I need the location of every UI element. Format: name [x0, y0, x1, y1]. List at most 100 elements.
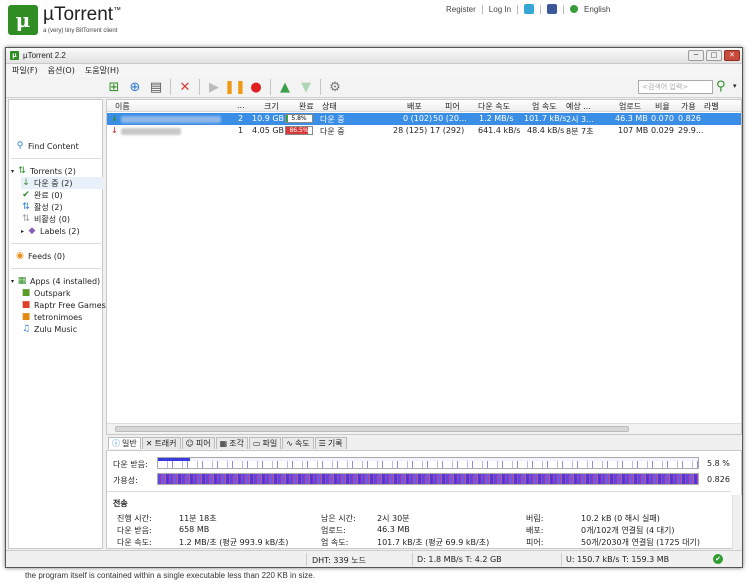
column-up-speed[interactable]: 업 속도 — [532, 101, 557, 112]
sidebar-item-app-raptr[interactable]: ■ Raptr Free Games — [21, 299, 106, 311]
sidebar-item-label: Outspark — [34, 288, 71, 298]
column-size[interactable]: 크기 — [264, 101, 279, 112]
downloaded-percent: 5.8 % — [707, 459, 730, 468]
sidebar-item-app-tetronimoes[interactable]: ■ tetronimoes — [21, 311, 83, 323]
globe-icon — [570, 5, 579, 13]
column-peers[interactable]: 피어 — [445, 101, 460, 112]
sidebar-item-app-zulu-music[interactable]: ♫ Zulu Music — [21, 323, 77, 335]
add-torrent-icon[interactable]: ⊞ — [105, 78, 123, 96]
language-link[interactable]: English — [584, 5, 610, 14]
toolbar-separator — [170, 79, 171, 95]
vertical-scrollbar[interactable] — [732, 495, 742, 549]
torrent-peers: 50 (20... — [433, 114, 467, 123]
facebook-icon[interactable] — [547, 4, 558, 14]
tab-speed[interactable]: ∿ 속도 — [282, 437, 314, 449]
column-avail[interactable]: 가용 — [681, 101, 696, 112]
pieces-pattern — [158, 461, 698, 468]
sidebar-item-label: 활성 (2) — [34, 202, 63, 212]
login-link[interactable]: Log In — [489, 5, 511, 14]
chevron-down-icon[interactable]: ▾ — [733, 82, 737, 90]
sidebar-item-apps[interactable]: ▾ ▦ Apps (4 installed) — [11, 275, 100, 287]
upload-status: U: 150.7 kB/s T: 159.3 MB — [566, 555, 670, 564]
utorrent-logo-icon[interactable]: μ — [8, 5, 38, 35]
column-down-speed[interactable]: 다운 속도 — [478, 101, 510, 112]
sidebar-item-downloading[interactable]: ↓ 다운 중 (2) — [21, 177, 103, 189]
menu-file[interactable]: 파일(F) — [12, 65, 38, 76]
tab-peers[interactable]: ☺ 피어 — [181, 437, 215, 449]
site-header: μ µTorrent™ a (very) tiny BitTorrent cli… — [0, 0, 750, 50]
menu-options[interactable]: 옵션(O) — [48, 65, 75, 76]
stop-icon[interactable]: ● — [247, 78, 265, 96]
create-torrent-icon[interactable]: ▤ — [147, 78, 165, 96]
search-input[interactable]: <검색어 입력> — [638, 80, 713, 94]
app-icon: μ — [10, 51, 19, 60]
sidebar-item-active[interactable]: ⇅ 활성 (2) — [21, 201, 63, 213]
scrollbar-thumb[interactable] — [115, 426, 629, 432]
column-label[interactable]: 라벨 — [704, 101, 719, 112]
logo-text[interactable]: µTorrent™ — [43, 4, 121, 26]
column-uploaded[interactable]: 업로드 — [619, 101, 641, 112]
move-up-icon[interactable]: ▲ — [276, 78, 294, 96]
active-arrows-icon: ⇅ — [22, 202, 30, 212]
sidebar-item-torrents[interactable]: ▾ ⇅ Torrents (2) — [11, 165, 76, 177]
column-done[interactable]: 완료 — [299, 101, 314, 112]
peers-icon: ☺ — [185, 439, 194, 448]
column-ratio[interactable]: 비율 — [655, 101, 670, 112]
tab-label: 트래커 — [154, 439, 177, 448]
torrents-icon: ⇅ — [18, 166, 26, 176]
sidebar-item-app-outspark[interactable]: ■ Outspark — [21, 287, 71, 299]
register-link[interactable]: Register — [446, 5, 476, 14]
horizontal-scrollbar[interactable] — [107, 423, 741, 434]
column-seeds[interactable]: 배포 — [407, 101, 422, 112]
sidebar-item-inactive[interactable]: ⇅ 비활성 (0) — [21, 213, 70, 225]
sidebar-item-label: Zulu Music — [34, 324, 78, 334]
up-speed-value: 101.7 kB/초 (평균 69.9 kB/초) — [377, 538, 490, 547]
title-bar[interactable]: μ µTorrent 2.2 ─ □ ✕ — [6, 48, 742, 64]
column-status[interactable]: 상태 — [322, 101, 337, 112]
menu-bar: 파일(F) 옵션(O) 도움말(H) — [6, 64, 742, 77]
torrent-size: 10.9 GB — [252, 114, 285, 123]
maximize-button[interactable]: □ — [706, 50, 722, 61]
close-button[interactable]: ✕ — [724, 50, 740, 61]
pause-icon[interactable]: ❚❚ — [224, 78, 246, 96]
remove-icon[interactable]: ✕ — [176, 78, 194, 96]
sidebar-item-feeds[interactable]: ◉ Feeds (0) — [15, 250, 65, 262]
twitter-icon[interactable] — [524, 4, 535, 14]
sidebar-item-find-content[interactable]: ⚲ Find Content — [15, 140, 79, 152]
checkmark-icon: ✔ — [22, 190, 30, 200]
tab-pieces[interactable]: ▦ 조각 — [215, 437, 248, 449]
rss-icon: ◉ — [16, 251, 24, 261]
menu-help[interactable]: 도움말(H) — [85, 65, 119, 76]
sidebar-item-labels[interactable]: ▸ ◆ Labels (2) — [21, 225, 80, 237]
table-row[interactable]: ↓ 2 10.9 GB 5.8% 다운 중 0 (102) 50 (20... … — [107, 113, 741, 125]
sidebar-item-completed[interactable]: ✔ 완료 (0) — [21, 189, 62, 201]
column-eta[interactable]: 예상 ... — [566, 101, 591, 112]
progress-label: 86.5% — [289, 127, 309, 134]
network-ok-icon[interactable]: ✔ — [713, 554, 723, 564]
detail-tabs: ⓘ 일반 ✕ 트래커 ☺ 피어 ▦ 조각 ▭ 파일 ∿ 속도 ☰ 기록 — [106, 437, 742, 450]
sidebar-item-label: Raptr Free Games — [34, 300, 106, 310]
progress-label: 5.8% — [291, 115, 307, 122]
tab-label: 일반 — [122, 439, 137, 448]
download-arrow-icon: ↓ — [111, 126, 118, 135]
column-name[interactable]: 이름 — [115, 101, 130, 112]
tab-trackers[interactable]: ✕ 트래커 — [141, 437, 181, 449]
inactive-arrows-icon: ⇅ — [22, 214, 30, 224]
search-icon: ⚲ — [16, 141, 24, 151]
search-icon[interactable]: ⚲ — [716, 79, 726, 94]
torrent-size: 4.05 GB — [252, 126, 285, 135]
tab-logger[interactable]: ☰ 기록 — [314, 437, 347, 449]
table-row[interactable]: ↓ 1 4.05 GB 86.5% 다운 중 28 (125) 17 (292)… — [107, 125, 741, 137]
move-down-icon[interactable]: ▼ — [297, 78, 315, 96]
wasted-value: 10.2 kB (0 해시 실패) — [581, 514, 660, 523]
gear-icon[interactable]: ⚙ — [326, 78, 344, 96]
music-note-icon: ♫ — [21, 324, 31, 334]
minimize-button[interactable]: ─ — [688, 50, 704, 61]
tab-files[interactable]: ▭ 파일 — [248, 437, 282, 449]
status-bar: DHT: 339 노드 D: 1.8 MB/s T: 4.2 GB U: 150… — [6, 550, 742, 567]
start-icon[interactable]: ▶ — [205, 78, 223, 96]
column-dots[interactable]: ... — [237, 101, 245, 110]
tab-general[interactable]: ⓘ 일반 — [108, 437, 141, 449]
add-url-icon[interactable]: ⊕ — [126, 78, 144, 96]
logger-icon: ☰ — [318, 439, 326, 448]
